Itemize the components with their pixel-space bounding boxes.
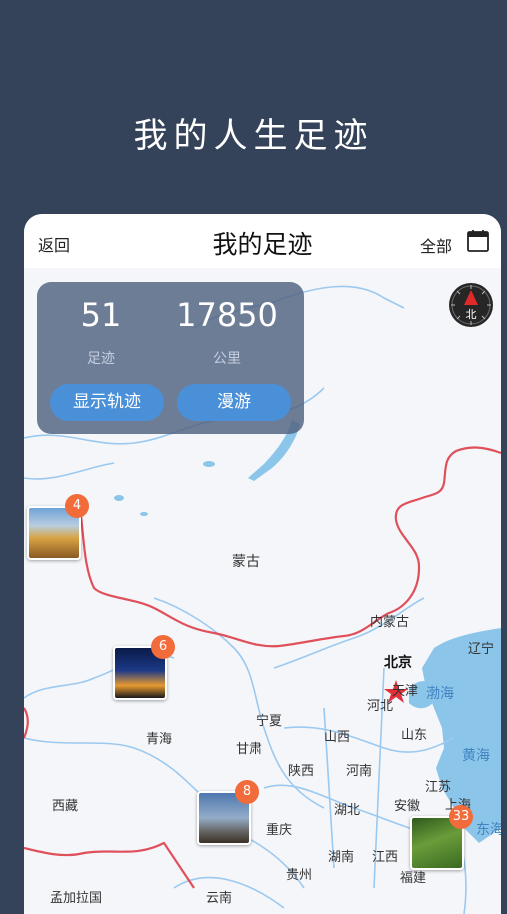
map-label-bangladesh: 孟加拉国 <box>50 891 103 906</box>
map-label-hebei: 河北 <box>367 699 394 714</box>
top-bar: 返回 我的足迹 全部 <box>24 214 501 268</box>
map-label-henan: 河南 <box>346 764 373 779</box>
map-label-east-sea: 东海 <box>476 822 501 838</box>
map-label-mongolia: 蒙古 <box>232 554 260 570</box>
compass-north-label: 北 <box>466 308 477 321</box>
map-label-anhui: 安徽 <box>394 799 421 814</box>
map-label-chongqing: 重庆 <box>266 823 293 838</box>
map-label-yellow-sea: 黄海 <box>462 748 490 764</box>
map-label-shaanxi: 陕西 <box>288 764 315 779</box>
map-label-gansu: 甘肃 <box>236 742 263 757</box>
marker-count-badge-4: 33 <box>449 805 473 829</box>
compass-icon[interactable]: 北 <box>448 282 494 328</box>
roam-button[interactable]: 漫游 <box>177 384 291 421</box>
map-label-liaoning: 辽宁 <box>468 642 495 657</box>
footprints-label: 足迹 <box>87 351 115 367</box>
map-label-jiangxi: 江西 <box>372 850 399 865</box>
distance-label: 公里 <box>213 351 241 367</box>
show-track-button[interactable]: 显示轨迹 <box>50 384 164 421</box>
footprint-card: 返回 我的足迹 全部 蒙古 内蒙古 北京 天津 辽宁 渤海 河北 宁夏 青海 山… <box>24 214 501 914</box>
map-label-bohai: 渤海 <box>426 686 454 702</box>
map-label-beijing: 北京 <box>384 655 412 671</box>
map-label-hunan: 湖南 <box>328 850 355 865</box>
calendar-icon[interactable] <box>466 229 490 253</box>
headline: 我的人生足迹 <box>133 116 374 156</box>
map-label-inner-mongolia: 内蒙古 <box>370 615 410 630</box>
map-label-qinghai: 青海 <box>146 732 173 747</box>
map-label-tianjin: 天津 <box>392 684 419 699</box>
map-label-shanxi: 山西 <box>324 730 351 745</box>
marker-count-badge-2: 6 <box>151 635 175 659</box>
map-label-tibet: 西藏 <box>52 799 79 814</box>
filter-all-button[interactable]: 全部 <box>420 233 452 257</box>
footprints-count: 51 <box>80 296 122 334</box>
map-label-jiangsu: 江苏 <box>425 780 452 795</box>
map-label-hubei: 湖北 <box>334 803 361 818</box>
stats-panel: 51 17850 足迹 公里 显示轨迹 漫游 <box>37 282 304 434</box>
distance-value: 17850 <box>176 296 278 334</box>
map-label-yunnan: 云南 <box>206 891 233 906</box>
map-label-guizhou: 贵州 <box>286 868 313 883</box>
marker-count-badge-1: 4 <box>65 494 89 518</box>
map-label-shandong: 山东 <box>401 728 428 743</box>
marker-count-badge-3: 8 <box>235 780 259 804</box>
map-label-ningxia: 宁夏 <box>256 714 283 729</box>
